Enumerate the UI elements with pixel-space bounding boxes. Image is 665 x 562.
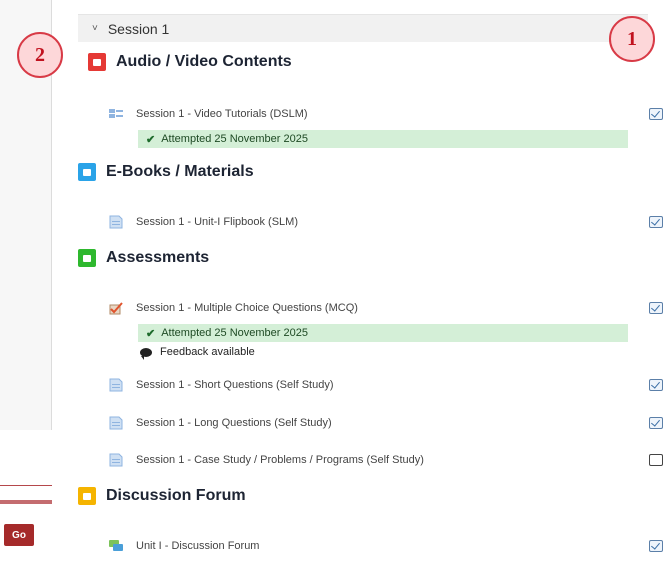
completion-checkbox[interactable] [649, 216, 663, 228]
activity-link[interactable]: Session 1 - Short Questions (Self Study) [136, 379, 333, 391]
page-icon [109, 453, 123, 467]
activity-forum[interactable]: Unit I - Discussion Forum [108, 537, 663, 555]
attempted-badge: ✔ Attempted 25 November 2025 [138, 130, 628, 148]
check-icon: ✔ [146, 133, 156, 146]
comment-icon [140, 347, 152, 360]
feedback-text: Feedback available [160, 346, 255, 358]
section-ebooks: E-Books / Materials [78, 163, 254, 181]
left-panel: Go [0, 0, 52, 562]
callout-two: 2 [17, 32, 63, 78]
attempted-text: Attempted 25 November 2025 [161, 327, 308, 339]
activity-video-tutorials[interactable]: Session 1 - Video Tutorials (DSLM) [108, 105, 663, 123]
clipboard-icon [78, 249, 96, 267]
completion-checkbox[interactable] [649, 454, 663, 466]
video-icon [109, 109, 123, 118]
completion-checkbox[interactable] [649, 302, 663, 314]
course-content: ˅ Session 1 Audio / Video Contents Sessi… [78, 0, 663, 562]
activity-case-study[interactable]: Session 1 - Case Study / Problems / Prog… [108, 451, 663, 469]
activity-link[interactable]: Session 1 - Unit-I Flipbook (SLM) [136, 216, 298, 228]
activity-link[interactable]: Session 1 - Video Tutorials (DSLM) [136, 108, 308, 120]
section-assessments: Assessments [78, 249, 209, 267]
section-title: Assessments [106, 249, 210, 266]
page-icon [109, 378, 123, 392]
film-icon [88, 53, 106, 71]
sidebar-divider-thick [0, 500, 52, 504]
activity-link[interactable]: Session 1 - Multiple Choice Questions (M… [136, 302, 358, 314]
chevron-down-icon[interactable]: ˅ [92, 23, 98, 34]
page-icon [109, 215, 123, 229]
activity-link[interactable]: Unit I - Discussion Forum [136, 540, 259, 552]
section-forum: Discussion Forum [78, 487, 246, 505]
activity-link[interactable]: Session 1 - Case Study / Problems / Prog… [136, 454, 424, 466]
completion-checkbox[interactable] [649, 417, 663, 429]
activity-short-questions[interactable]: Session 1 - Short Questions (Self Study) [108, 376, 663, 394]
session-title[interactable]: Session 1 [108, 21, 169, 37]
page-icon [109, 416, 123, 430]
section-title: Discussion Forum [106, 487, 246, 504]
chat-icon [78, 487, 96, 505]
check-icon: ✔ [146, 327, 156, 340]
attempted-text: Attempted 25 November 2025 [161, 133, 308, 145]
section-audio-video: Audio / Video Contents [88, 53, 292, 71]
callout-one: 1 [609, 16, 655, 62]
activity-link[interactable]: Session 1 - Long Questions (Self Study) [136, 417, 332, 429]
completion-checkbox[interactable] [649, 108, 663, 120]
completion-checkbox[interactable] [649, 379, 663, 391]
section-title: Audio / Video Contents [116, 53, 292, 70]
activity-long-questions[interactable]: Session 1 - Long Questions (Self Study) [108, 414, 663, 432]
section-title: E-Books / Materials [106, 163, 254, 180]
quiz-icon [109, 302, 123, 315]
go-button[interactable]: Go [4, 524, 34, 546]
sidebar-divider [0, 485, 52, 486]
forum-icon [109, 540, 123, 551]
session-header[interactable]: ˅ Session 1 [78, 14, 648, 42]
activity-flipbook[interactable]: Session 1 - Unit-I Flipbook (SLM) [108, 213, 663, 231]
feedback-notice: Feedback available [140, 346, 255, 360]
completion-checkbox[interactable] [649, 540, 663, 552]
activity-mcq[interactable]: Session 1 - Multiple Choice Questions (M… [108, 299, 663, 317]
attempted-badge: ✔ Attempted 25 November 2025 [138, 324, 628, 342]
book-icon [78, 163, 96, 181]
